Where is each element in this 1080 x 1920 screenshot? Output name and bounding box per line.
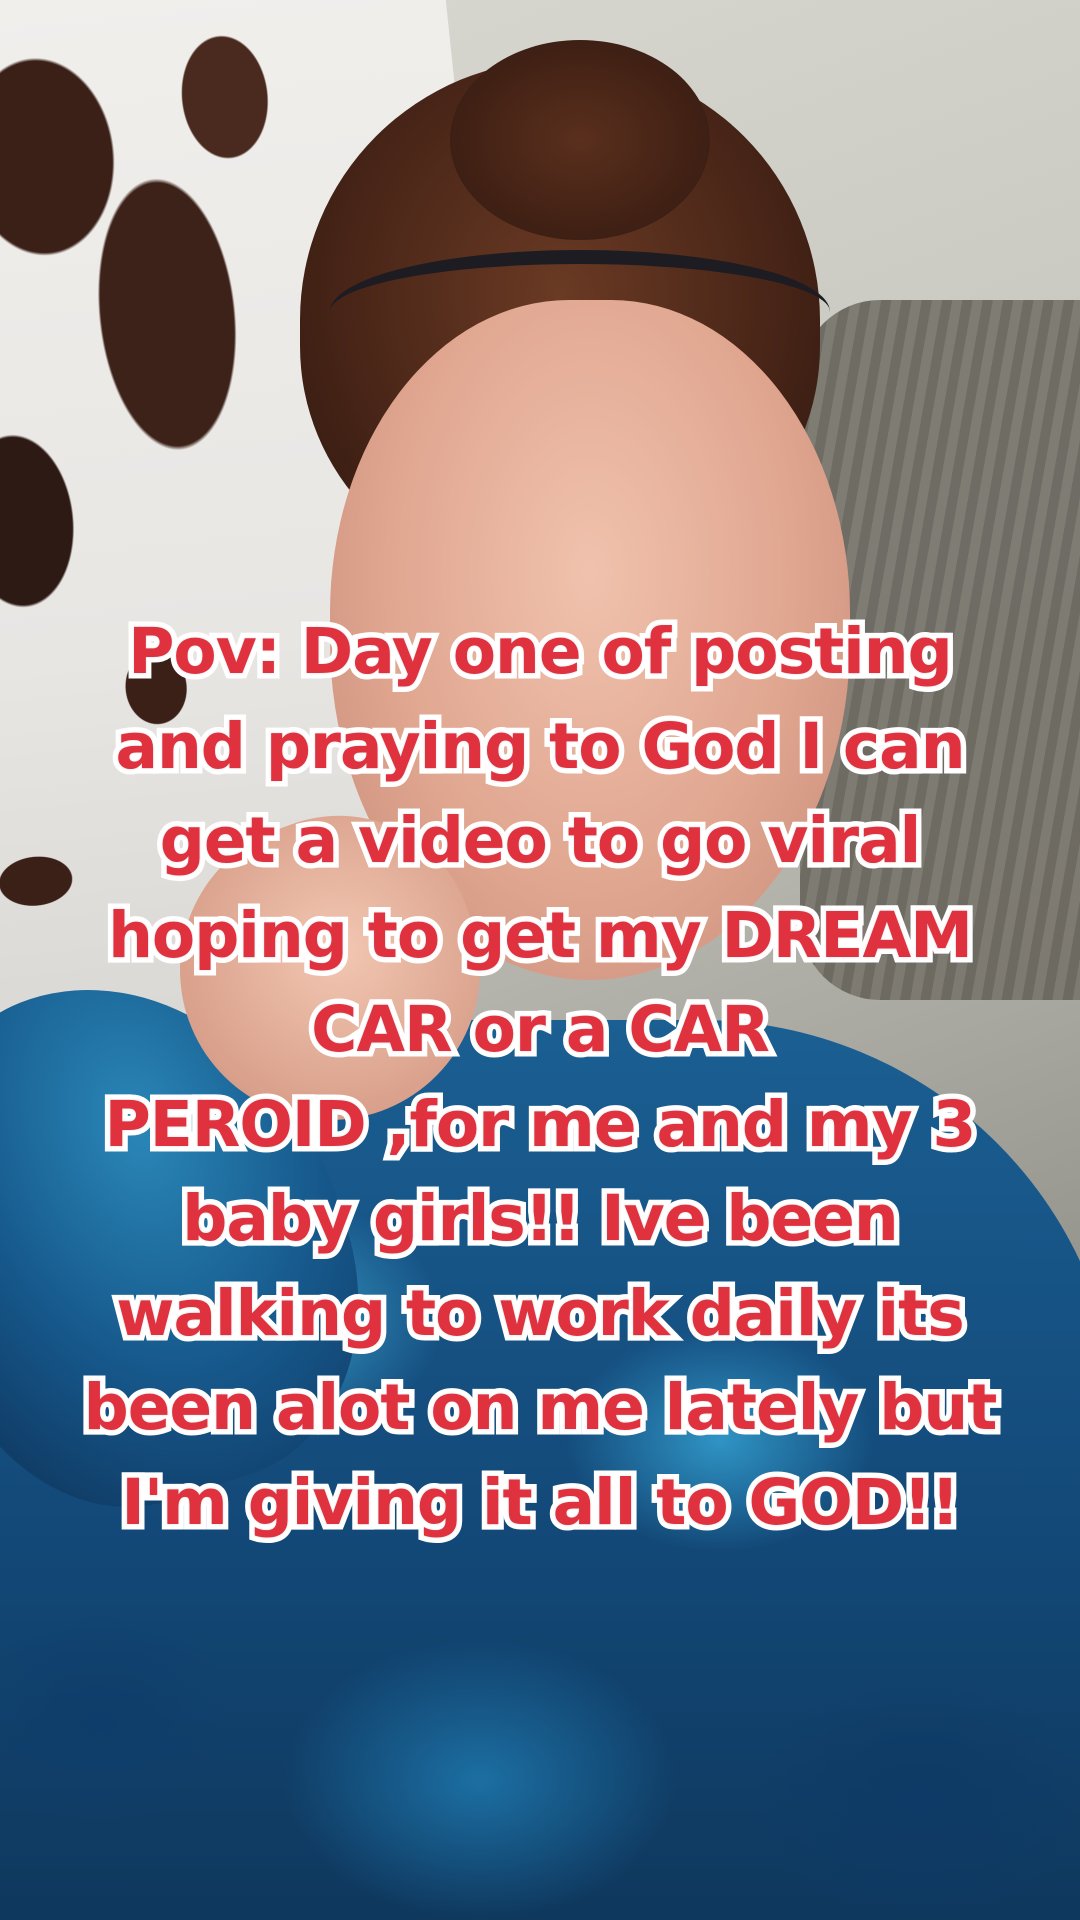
headband (330, 250, 830, 374)
hair-bun (450, 40, 710, 240)
caption-line: get a video to go viral (154, 799, 927, 883)
caption-line: PEROID ,for me and my 3 (99, 1082, 982, 1166)
caption-line: been alot on me lately but (78, 1366, 1003, 1450)
video-frame: Pov: Day one of posting and praying to G… (0, 0, 1080, 1920)
caption-line: Pov: Day one of posting (123, 610, 958, 694)
caption-line: and praying to God I can (110, 704, 971, 788)
caption-line: baby girls!! Ive been (177, 1177, 905, 1261)
caption-overlay: Pov: Day one of posting and praying to G… (30, 605, 1050, 1550)
caption-line: hoping to get my DREAM (103, 893, 979, 977)
caption-line: walking to work daily its (111, 1271, 970, 1355)
caption-line: CAR or a CAR (306, 988, 776, 1072)
caption-line: I'm giving it all to GOD!! (116, 1460, 965, 1544)
